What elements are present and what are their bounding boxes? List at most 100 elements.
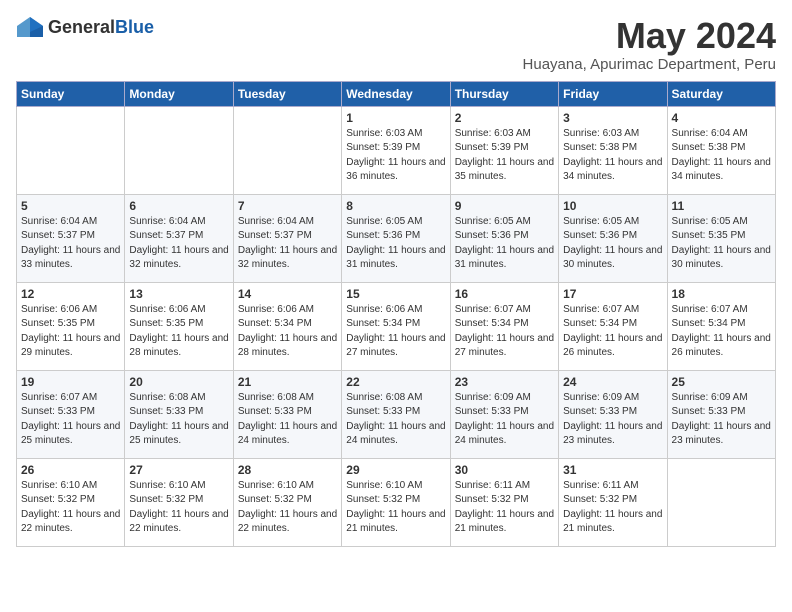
day-info: Sunrise: 6:03 AM Sunset: 5:38 PM Dayligh… (563, 127, 662, 185)
calendar-cell: 12Sunrise: 6:06 AM Sunset: 5:35 PM Dayli… (17, 282, 125, 370)
calendar-cell: 25Sunrise: 6:09 AM Sunset: 5:33 PM Dayli… (667, 370, 775, 458)
day-number: 17 (563, 287, 662, 301)
logo-icon (16, 16, 44, 38)
day-number: 13 (129, 287, 228, 301)
calendar-cell: 2 Sunrise: 6:03 AM Sunset: 5:39 PM Daylig… (450, 106, 558, 194)
day-info: Sunrise: 6:10 AM Sunset: 5:32 PM Dayligh… (21, 479, 120, 537)
calendar-cell: 16Sunrise: 6:07 AM Sunset: 5:34 PM Dayli… (450, 282, 558, 370)
weekday-header-tuesday: Tuesday (233, 81, 341, 106)
day-info: Sunrise: 6:08 AM Sunset: 5:33 PM Dayligh… (238, 391, 337, 449)
calendar-cell: 3 Sunrise: 6:03 AM Sunset: 5:38 PM Daylig… (559, 106, 667, 194)
day-number: 18 (672, 287, 771, 301)
day-number: 11 (672, 199, 771, 213)
calendar-cell: 8 Sunrise: 6:05 AM Sunset: 5:36 PM Daylig… (342, 194, 450, 282)
day-number: 21 (238, 375, 337, 389)
calendar-cell: 17 Sunrise: 6:07 AM Sunset: 5:34 PM Dayli… (559, 282, 667, 370)
weekday-header-friday: Friday (559, 81, 667, 106)
location-title: Huayana, Apurimac Department, Peru (523, 56, 776, 73)
calendar-cell: 13Sunrise: 6:06 AM Sunset: 5:35 PM Dayli… (125, 282, 233, 370)
week-row-4: 19 Sunrise: 6:07 AM Sunset: 5:33 PM Dayli… (17, 370, 776, 458)
day-info: Sunrise: 6:03 AM Sunset: 5:39 PM Dayligh… (346, 127, 445, 185)
day-number: 1 (346, 111, 445, 125)
day-info: Sunrise: 6:08 AM Sunset: 5:33 PM Dayligh… (129, 391, 228, 449)
day-number: 3 (563, 111, 662, 125)
calendar-cell: 7Sunrise: 6:04 AM Sunset: 5:37 PM Daylig… (233, 194, 341, 282)
calendar-cell: 31Sunrise: 6:11 AM Sunset: 5:32 PM Dayli… (559, 458, 667, 546)
day-number: 26 (21, 463, 120, 477)
day-number: 19 (21, 375, 120, 389)
day-number: 15 (346, 287, 445, 301)
day-info: Sunrise: 6:03 AM Sunset: 5:39 PM Dayligh… (455, 127, 554, 185)
day-info: Sunrise: 6:06 AM Sunset: 5:34 PM Dayligh… (346, 303, 445, 361)
calendar-cell (233, 106, 341, 194)
day-info: Sunrise: 6:06 AM Sunset: 5:34 PM Dayligh… (238, 303, 337, 361)
day-number: 16 (455, 287, 554, 301)
calendar-table: SundayMondayTuesdayWednesdayThursdayFrid… (16, 81, 776, 547)
calendar-cell: 23Sunrise: 6:09 AM Sunset: 5:33 PM Dayli… (450, 370, 558, 458)
day-number: 30 (455, 463, 554, 477)
day-number: 14 (238, 287, 337, 301)
day-number: 6 (129, 199, 228, 213)
weekday-header-saturday: Saturday (667, 81, 775, 106)
calendar-cell: 24Sunrise: 6:09 AM Sunset: 5:33 PM Dayli… (559, 370, 667, 458)
day-info: Sunrise: 6:09 AM Sunset: 5:33 PM Dayligh… (455, 391, 554, 449)
calendar-cell (17, 106, 125, 194)
day-info: Sunrise: 6:06 AM Sunset: 5:35 PM Dayligh… (21, 303, 120, 361)
day-info: Sunrise: 6:05 AM Sunset: 5:36 PM Dayligh… (455, 215, 554, 273)
calendar-cell: 27 Sunrise: 6:10 AM Sunset: 5:32 PM Dayli… (125, 458, 233, 546)
day-info: Sunrise: 6:04 AM Sunset: 5:37 PM Dayligh… (21, 215, 120, 273)
calendar-cell: 18 Sunrise: 6:07 AM Sunset: 5:34 PM Dayli… (667, 282, 775, 370)
calendar-cell: 21 Sunrise: 6:08 AM Sunset: 5:33 PM Dayli… (233, 370, 341, 458)
title-block: May 2024 Huayana, Apurimac Department, P… (523, 16, 776, 73)
day-info: Sunrise: 6:11 AM Sunset: 5:32 PM Dayligh… (455, 479, 554, 537)
day-info: Sunrise: 6:07 AM Sunset: 5:33 PM Dayligh… (21, 391, 120, 449)
calendar-cell: 6 Sunrise: 6:04 AM Sunset: 5:37 PM Daylig… (125, 194, 233, 282)
day-number: 10 (563, 199, 662, 213)
day-number: 31 (563, 463, 662, 477)
day-number: 27 (129, 463, 228, 477)
calendar-cell (667, 458, 775, 546)
day-number: 29 (346, 463, 445, 477)
day-info: Sunrise: 6:10 AM Sunset: 5:32 PM Dayligh… (346, 479, 445, 537)
calendar-cell: 28 Sunrise: 6:10 AM Sunset: 5:32 PM Dayli… (233, 458, 341, 546)
day-info: Sunrise: 6:05 AM Sunset: 5:35 PM Dayligh… (672, 215, 771, 273)
day-info: Sunrise: 6:10 AM Sunset: 5:32 PM Dayligh… (129, 479, 228, 537)
calendar-cell: 22 Sunrise: 6:08 AM Sunset: 5:33 PM Dayli… (342, 370, 450, 458)
calendar-cell: 30 Sunrise: 6:11 AM Sunset: 5:32 PM Dayli… (450, 458, 558, 546)
calendar-cell: 26 Sunrise: 6:10 AM Sunset: 5:32 PM Dayli… (17, 458, 125, 546)
day-info: Sunrise: 6:09 AM Sunset: 5:33 PM Dayligh… (563, 391, 662, 449)
day-info: Sunrise: 6:08 AM Sunset: 5:33 PM Dayligh… (346, 391, 445, 449)
day-number: 2 (455, 111, 554, 125)
day-info: Sunrise: 6:04 AM Sunset: 5:37 PM Dayligh… (129, 215, 228, 273)
calendar-cell: 15 Sunrise: 6:06 AM Sunset: 5:34 PM Dayli… (342, 282, 450, 370)
week-row-1: 1 Sunrise: 6:03 AM Sunset: 5:39 PM Daylig… (17, 106, 776, 194)
day-info: Sunrise: 6:05 AM Sunset: 5:36 PM Dayligh… (563, 215, 662, 273)
page-header: GeneralBlue May 2024 Huayana, Apurimac D… (16, 16, 776, 73)
weekday-header-row: SundayMondayTuesdayWednesdayThursdayFrid… (17, 81, 776, 106)
day-info: Sunrise: 6:07 AM Sunset: 5:34 PM Dayligh… (563, 303, 662, 361)
calendar-cell: 1 Sunrise: 6:03 AM Sunset: 5:39 PM Daylig… (342, 106, 450, 194)
day-number: 7 (238, 199, 337, 213)
day-number: 20 (129, 375, 228, 389)
day-info: Sunrise: 6:05 AM Sunset: 5:36 PM Dayligh… (346, 215, 445, 273)
calendar-cell: 11 Sunrise: 6:05 AM Sunset: 5:35 PM Dayli… (667, 194, 775, 282)
calendar-cell: 4Sunrise: 6:04 AM Sunset: 5:38 PM Daylig… (667, 106, 775, 194)
day-number: 9 (455, 199, 554, 213)
day-info: Sunrise: 6:10 AM Sunset: 5:32 PM Dayligh… (238, 479, 337, 537)
calendar-cell (125, 106, 233, 194)
logo-blue: Blue (115, 17, 154, 37)
day-number: 8 (346, 199, 445, 213)
calendar-cell: 5 Sunrise: 6:04 AM Sunset: 5:37 PM Daylig… (17, 194, 125, 282)
calendar-cell: 14 Sunrise: 6:06 AM Sunset: 5:34 PM Dayli… (233, 282, 341, 370)
calendar-cell: 10 Sunrise: 6:05 AM Sunset: 5:36 PM Dayli… (559, 194, 667, 282)
month-title: May 2024 (523, 16, 776, 56)
day-number: 22 (346, 375, 445, 389)
day-number: 5 (21, 199, 120, 213)
calendar-cell: 29 Sunrise: 6:10 AM Sunset: 5:32 PM Dayli… (342, 458, 450, 546)
weekday-header-monday: Monday (125, 81, 233, 106)
day-info: Sunrise: 6:07 AM Sunset: 5:34 PM Dayligh… (672, 303, 771, 361)
day-info: Sunrise: 6:04 AM Sunset: 5:38 PM Dayligh… (672, 127, 771, 185)
day-info: Sunrise: 6:09 AM Sunset: 5:33 PM Dayligh… (672, 391, 771, 449)
day-number: 28 (238, 463, 337, 477)
week-row-2: 5 Sunrise: 6:04 AM Sunset: 5:37 PM Daylig… (17, 194, 776, 282)
